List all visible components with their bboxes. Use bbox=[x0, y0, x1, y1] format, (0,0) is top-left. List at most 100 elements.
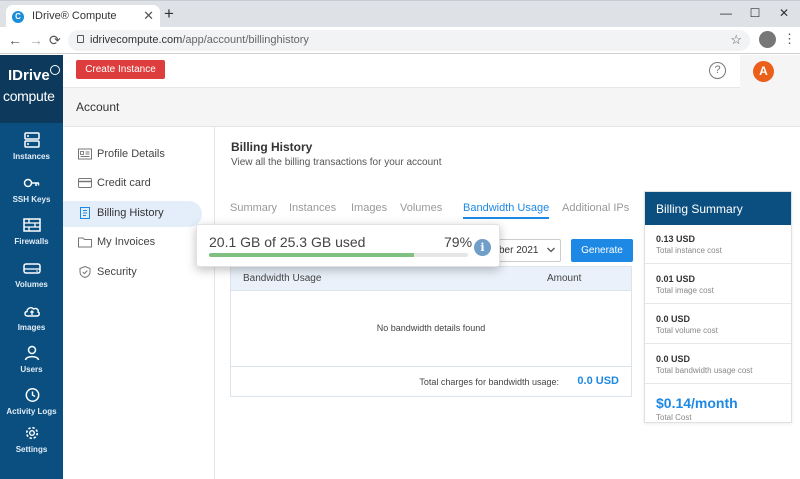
summary-row-bandwidth: 0.0 USD Total bandwidth usage cost bbox=[656, 354, 786, 375]
user-icon bbox=[24, 345, 39, 361]
sidebar-item-label: SSH Keys bbox=[12, 195, 51, 204]
total-cost-label: Total Cost bbox=[656, 413, 692, 422]
sidebar-item-users[interactable]: Users bbox=[0, 345, 63, 374]
account-nav-billing-history[interactable]: Billing History bbox=[63, 201, 202, 227]
account-nav-credit-card[interactable]: Credit card bbox=[63, 171, 202, 197]
sidebar-item-label: Users bbox=[20, 365, 43, 374]
account-nav-label: Billing History bbox=[97, 207, 164, 219]
storage-usage-popover: 20.1 GB of 25.3 GB used 79% i bbox=[196, 224, 500, 267]
forward-button[interactable]: → bbox=[29, 31, 43, 49]
column-bandwidth-usage: Bandwidth Usage bbox=[243, 273, 322, 284]
sidebar-item-label: Firewalls bbox=[14, 237, 49, 246]
summary-label: Total volume cost bbox=[656, 326, 718, 335]
sidebar-item-firewalls[interactable]: Firewalls bbox=[0, 217, 63, 246]
help-icon[interactable]: ? bbox=[709, 62, 726, 79]
generate-button[interactable]: Generate bbox=[571, 239, 633, 262]
sidebar-item-label: Instances bbox=[13, 152, 50, 161]
account-nav-label: Profile Details bbox=[97, 148, 165, 160]
sidebar-item-instances[interactable]: Instances bbox=[0, 132, 63, 161]
sidebar-item-label: Activity Logs bbox=[6, 407, 57, 416]
volume-icon bbox=[22, 263, 41, 274]
info-icon[interactable]: i bbox=[474, 239, 491, 256]
url-text: idrivecompute.com/app/account/billinghis… bbox=[90, 34, 309, 46]
total-cost-value: $0.14/month bbox=[656, 395, 738, 411]
table-header: Bandwidth Usage Amount bbox=[231, 267, 631, 291]
new-tab-button[interactable]: + bbox=[164, 5, 174, 23]
divider bbox=[645, 303, 791, 304]
maximize-window-button[interactable]: ☐ bbox=[741, 3, 769, 23]
shield-icon bbox=[79, 266, 91, 278]
minimize-window-button[interactable]: — bbox=[712, 3, 740, 23]
tab-images[interactable]: Images bbox=[351, 202, 387, 214]
browser-tab[interactable]: C IDrive® Compute ✕ bbox=[6, 5, 160, 28]
total-charges-label: Total charges for bandwidth usage: bbox=[419, 377, 559, 387]
url-field[interactable]: idrivecompute.com/app/account/billinghis… bbox=[68, 30, 750, 51]
column-amount: Amount bbox=[547, 273, 582, 284]
billing-summary-title: Billing Summary bbox=[645, 192, 791, 225]
account-header-bar: Account bbox=[63, 88, 800, 127]
back-button[interactable]: ← bbox=[8, 31, 22, 49]
logo-line-2: compute bbox=[3, 88, 55, 104]
tab-bandwidth-usage[interactable]: Bandwidth Usage bbox=[463, 202, 550, 219]
total-charges-value: 0.0 USD bbox=[577, 375, 619, 387]
app-header: Create Instance ? A bbox=[63, 55, 800, 88]
sidebar-item-label: Images bbox=[17, 323, 46, 332]
account-nav-security[interactable]: Security bbox=[63, 260, 202, 286]
storage-usage-text: 20.1 GB of 25.3 GB used bbox=[209, 234, 366, 250]
table-footer: Total charges for bandwidth usage: 0.0 U… bbox=[231, 366, 631, 396]
tab-summary[interactable]: Summary bbox=[230, 202, 277, 214]
browser-tab-bar: C IDrive® Compute ✕ + — ☐ ✕ bbox=[0, 0, 800, 28]
server-icon bbox=[23, 132, 40, 148]
tab-instances[interactable]: Instances bbox=[289, 202, 336, 214]
firewall-icon bbox=[22, 218, 41, 232]
app-sidebar: IDrive compute Instances SSH Keys Firewa… bbox=[0, 55, 63, 479]
browser-tab-title: IDrive® Compute bbox=[32, 10, 117, 22]
summary-value: 0.13 USD bbox=[656, 234, 696, 244]
favicon-icon: C bbox=[12, 11, 24, 23]
sidebar-item-images[interactable]: Images bbox=[0, 303, 63, 332]
page-title: Account bbox=[76, 100, 120, 114]
summary-value: 0.01 USD bbox=[656, 274, 696, 284]
tab-additional-ips[interactable]: Additional IPs bbox=[562, 202, 629, 214]
logo-mark-icon bbox=[50, 65, 60, 75]
sidebar-item-volumes[interactable]: Volumes bbox=[0, 260, 63, 289]
sidebar-item-activity-logs[interactable]: Activity Logs bbox=[0, 387, 63, 416]
sidebar-item-label: Volumes bbox=[15, 280, 48, 289]
sidebar-item-settings[interactable]: Settings bbox=[0, 425, 63, 454]
url-host: idrivecompute.com bbox=[90, 34, 183, 46]
summary-row-instance: 0.13 USD Total instance cost bbox=[656, 234, 786, 255]
idrive-compute-logo[interactable]: IDrive compute bbox=[0, 55, 63, 123]
divider bbox=[645, 343, 791, 344]
storage-usage-percent: 79% bbox=[444, 234, 473, 250]
account-nav-my-invoices[interactable]: My Invoices bbox=[63, 230, 202, 256]
summary-label: Total bandwidth usage cost bbox=[656, 366, 753, 375]
browser-menu-icon[interactable]: ⋮ bbox=[783, 31, 796, 47]
browser-address-bar: ← → ⟳ idrivecompute.com/app/account/bill… bbox=[0, 27, 800, 54]
divider bbox=[645, 263, 791, 264]
tab-volumes[interactable]: Volumes bbox=[400, 202, 442, 214]
summary-label: Total image cost bbox=[656, 286, 714, 295]
empty-state-text: No bandwidth details found bbox=[376, 323, 486, 333]
sidebar-item-ssh-keys[interactable]: SSH Keys bbox=[0, 175, 63, 204]
browser-profile-avatar[interactable] bbox=[759, 31, 776, 48]
history-icon bbox=[25, 388, 39, 402]
lock-icon bbox=[77, 35, 84, 43]
key-icon bbox=[23, 178, 39, 188]
billing-history-subtitle: View all the billing transactions for yo… bbox=[231, 157, 442, 168]
sidebar-item-label: Settings bbox=[15, 445, 48, 454]
account-nav-label: Security bbox=[97, 266, 137, 278]
account-nav-profile-details[interactable]: Profile Details bbox=[63, 142, 202, 168]
close-window-button[interactable]: ✕ bbox=[770, 3, 798, 23]
bandwidth-table: Bandwidth Usage Amount No bandwidth deta… bbox=[230, 266, 632, 397]
storage-usage-bar-fill bbox=[209, 253, 414, 257]
folder-icon bbox=[78, 237, 92, 248]
account-nav-label: Credit card bbox=[97, 177, 151, 189]
reload-button[interactable]: ⟳ bbox=[49, 31, 61, 49]
avatar[interactable]: A bbox=[753, 61, 774, 82]
bookmark-star-icon[interactable]: ☆ bbox=[730, 32, 742, 48]
summary-value: 0.0 USD bbox=[656, 354, 691, 364]
id-card-icon bbox=[78, 148, 92, 160]
tab-close-icon[interactable]: ✕ bbox=[143, 8, 154, 24]
user-menu[interactable]: A bbox=[740, 55, 800, 88]
create-instance-button[interactable]: Create Instance bbox=[76, 60, 165, 79]
